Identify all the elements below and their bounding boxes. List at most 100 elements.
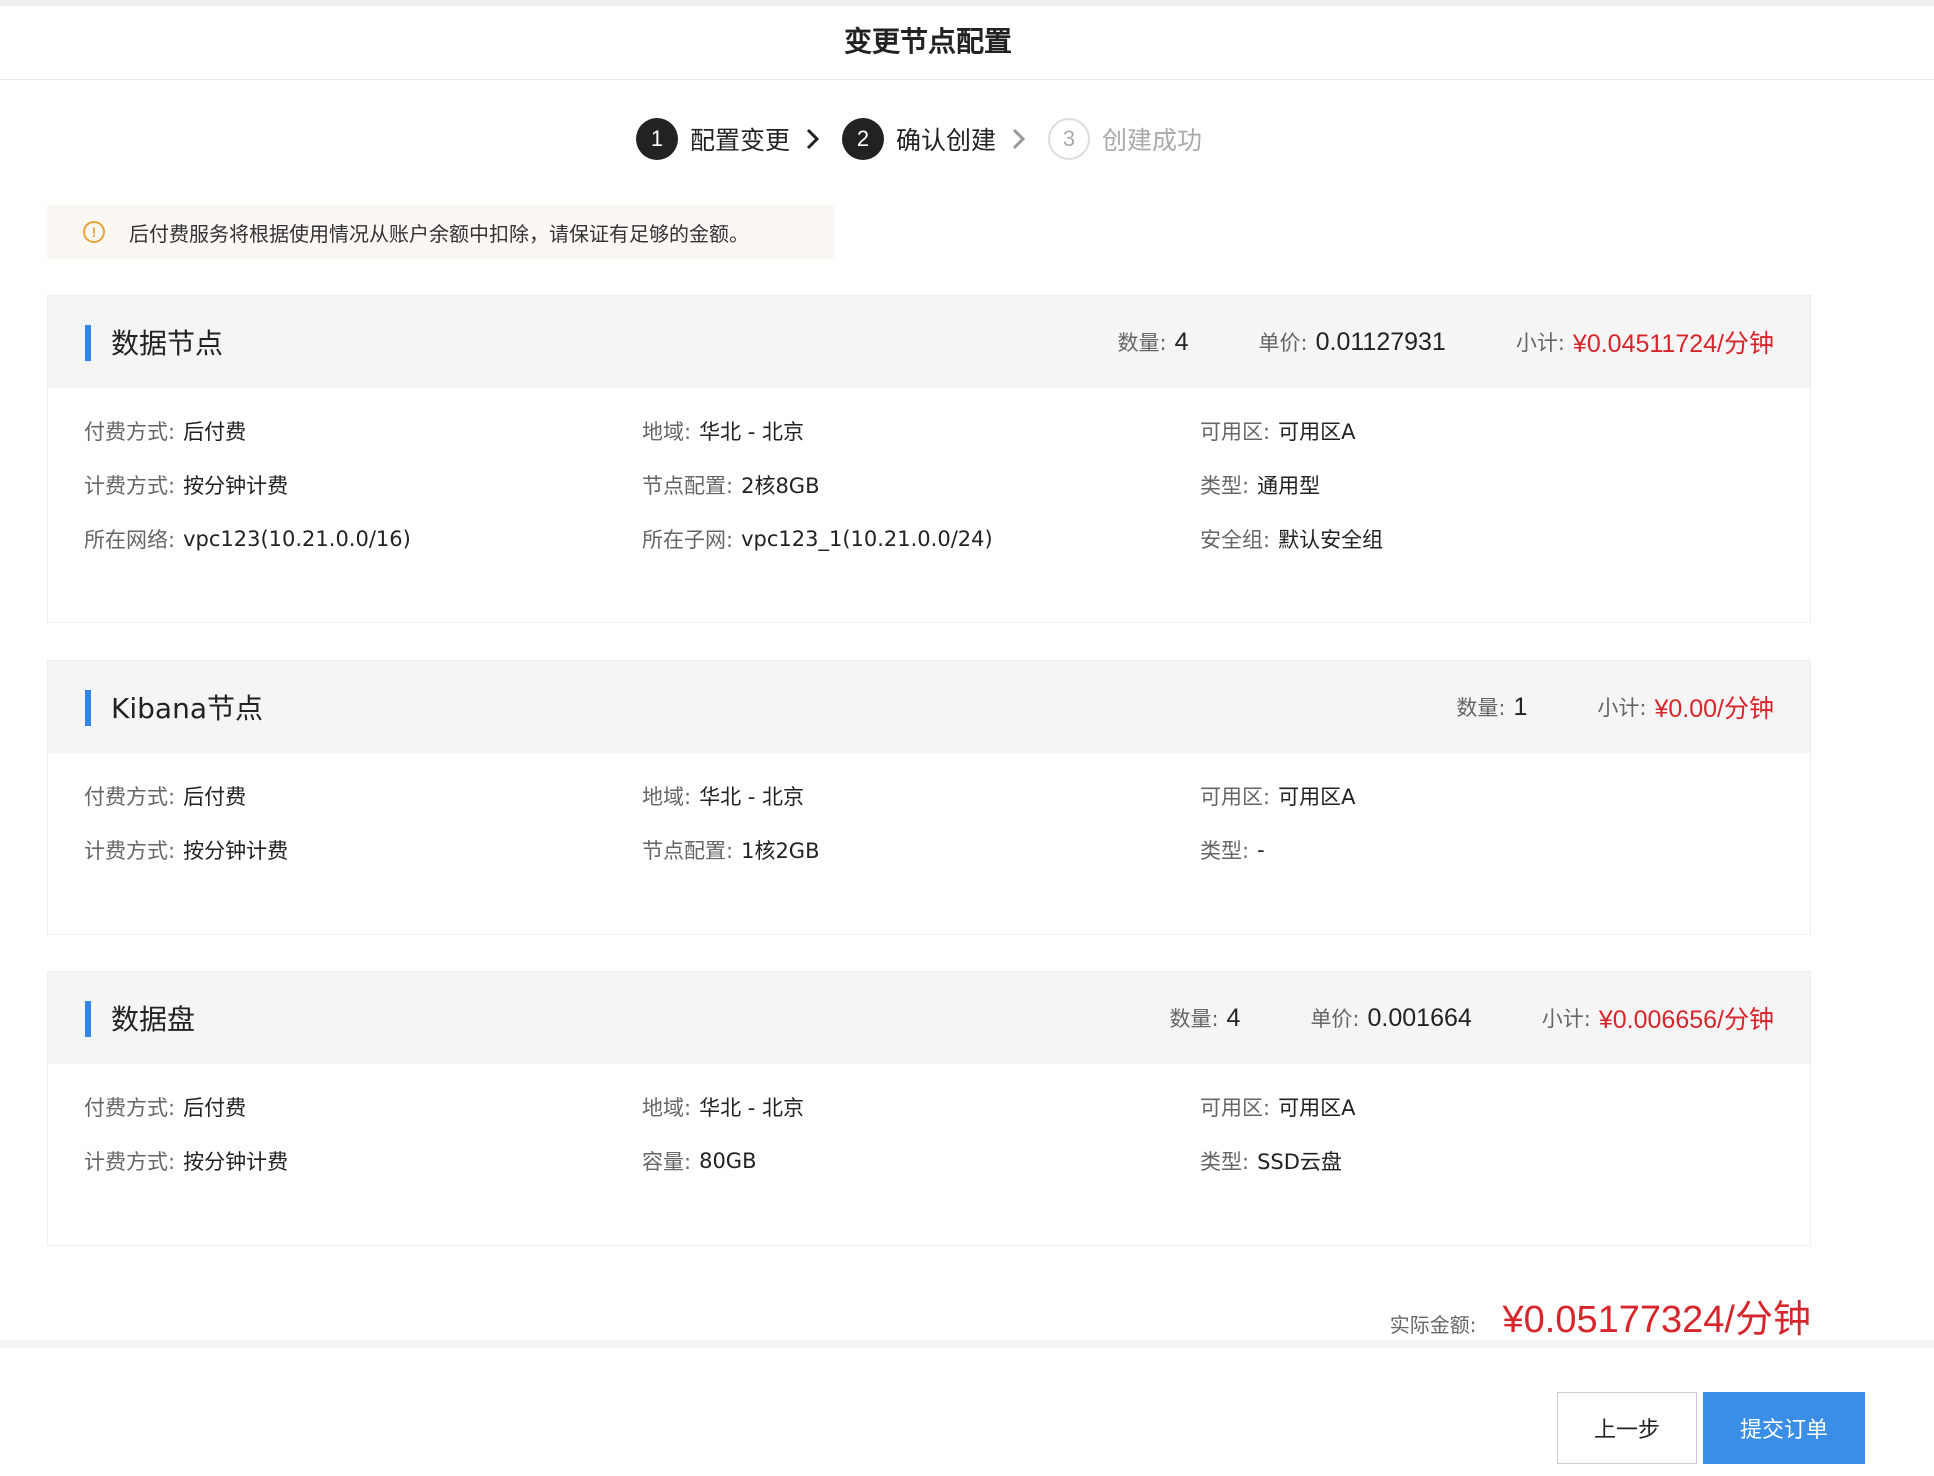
field-label: 安全组: xyxy=(1200,528,1271,552)
detail-field: 类型: - xyxy=(1200,835,1265,865)
detail-field: 类型: SSD云盘 xyxy=(1200,1146,1342,1176)
field-label: 计费方式: xyxy=(84,839,176,863)
step-2-label: 确认创建 xyxy=(896,126,997,155)
field-value: vpc123(10.21.0.0/16) xyxy=(183,527,411,551)
detail-field: 付费方式: 后付费 xyxy=(84,781,246,811)
footer-bar: 上一步 提交订单 xyxy=(0,1340,1934,1476)
field-label: 可用区: xyxy=(1200,785,1271,809)
total-value: ¥0.05177324/分钟 xyxy=(1502,1299,1811,1341)
field-value: 默认安全组 xyxy=(1278,528,1384,552)
section-header: 数据盘 数量: 4 单价: 0.001664 小计: ¥0.006656/分钟 xyxy=(48,972,1810,1064)
subtotal-label: 小计: xyxy=(1541,1007,1591,1031)
step-3: 3 创建成功 xyxy=(1048,118,1202,160)
subtotal-value: ¥0.00/分钟 xyxy=(1654,695,1774,723)
field-value: - xyxy=(1257,838,1265,862)
page-header: 变更节点配置 xyxy=(0,0,1934,80)
field-value: 后付费 xyxy=(183,1096,247,1120)
field-label: 计费方式: xyxy=(84,1150,176,1174)
section-title: 数据节点 xyxy=(111,327,224,360)
field-label: 地域: xyxy=(642,420,692,444)
unit-price-metric: 单价: 0.01127931 xyxy=(1259,327,1446,357)
unit-price-metric: 单价: 0.001664 xyxy=(1310,1003,1471,1033)
data-node-section: 数据节点 数量: 4 单价: 0.01127931 小计: ¥0.0451172… xyxy=(47,295,1811,623)
detail-field: 所在网络: vpc123(10.21.0.0/16) xyxy=(84,524,411,554)
section-metrics: 数量: 1 小计: ¥0.00/分钟 xyxy=(1386,661,1774,753)
step-1-number: 1 xyxy=(636,118,678,160)
field-value: 后付费 xyxy=(183,785,247,809)
unit-price-label: 单价: xyxy=(1258,331,1308,355)
section-header: Kibana节点 数量: 1 小计: ¥0.00/分钟 xyxy=(48,661,1810,753)
chevron-right-icon xyxy=(806,128,820,150)
field-value: 可用区A xyxy=(1278,420,1356,444)
step-1: 1 配置变更 xyxy=(636,118,790,160)
section-accent-bar xyxy=(85,325,91,361)
count-metric: 数量: 4 xyxy=(1118,327,1189,357)
field-label: 付费方式: xyxy=(84,420,176,444)
detail-field: 地域: 华北 - 北京 xyxy=(642,1092,804,1122)
subtotal-metric: 小计: ¥0.006656/分钟 xyxy=(1542,1000,1774,1036)
field-label: 类型: xyxy=(1200,839,1250,863)
field-value: 2核8GB xyxy=(741,474,820,498)
field-value: 按分钟计费 xyxy=(183,839,289,863)
field-label: 节点配置: xyxy=(642,474,734,498)
detail-field: 付费方式: 后付费 xyxy=(84,416,246,446)
detail-field: 类型: 通用型 xyxy=(1200,470,1320,500)
field-value: 后付费 xyxy=(183,420,247,444)
field-label: 容量: xyxy=(642,1150,692,1174)
detail-field: 付费方式: 后付费 xyxy=(84,1092,246,1122)
total-label: 实际金额: xyxy=(1389,1313,1477,1337)
count-value: 1 xyxy=(1513,692,1528,721)
section-title: Kibana节点 xyxy=(111,692,263,725)
field-label: 付费方式: xyxy=(84,785,176,809)
section-metrics: 数量: 4 单价: 0.001664 小计: ¥0.006656/分钟 xyxy=(1099,972,1774,1064)
field-value: 可用区A xyxy=(1278,1096,1356,1120)
field-label: 类型: xyxy=(1200,474,1250,498)
subtotal-value: ¥0.04511724/分钟 xyxy=(1572,330,1774,358)
total-amount: 实际金额: ¥0.05177324/分钟 xyxy=(1390,1288,1811,1343)
field-value: vpc123_1(10.21.0.0/24) xyxy=(741,527,993,551)
count-label: 数量: xyxy=(1456,696,1506,720)
detail-field: 安全组: 默认安全组 xyxy=(1200,524,1383,554)
unit-price-value: 0.001664 xyxy=(1367,1003,1472,1032)
step-indicator: 1 配置变更 2 确认创建 3 创建成功 xyxy=(636,116,1202,162)
field-value: 按分钟计费 xyxy=(183,1150,289,1174)
field-label: 计费方式: xyxy=(84,474,176,498)
field-label: 所在网络: xyxy=(84,528,176,552)
subtotal-label: 小计: xyxy=(1515,331,1565,355)
field-label: 地域: xyxy=(642,1096,692,1120)
field-label: 所在子网: xyxy=(642,528,734,552)
step-3-label: 创建成功 xyxy=(1102,126,1203,155)
detail-field: 可用区: 可用区A xyxy=(1200,781,1355,811)
step-1-label: 配置变更 xyxy=(690,126,791,155)
previous-step-button[interactable]: 上一步 xyxy=(1557,1392,1697,1464)
field-label: 可用区: xyxy=(1200,420,1271,444)
section-accent-bar xyxy=(85,690,91,726)
subtotal-label: 小计: xyxy=(1597,696,1647,720)
unit-price-label: 单价: xyxy=(1310,1007,1360,1031)
notice-text: 后付费服务将根据使用情况从账户余额中扣除，请保证有足够的金额。 xyxy=(129,221,749,246)
count-metric: 数量: 1 xyxy=(1456,692,1527,722)
data-disk-section: 数据盘 数量: 4 单价: 0.001664 小计: ¥0.006656/分钟 … xyxy=(47,971,1811,1246)
step-3-number: 3 xyxy=(1048,118,1091,160)
page-title: 变更节点配置 xyxy=(843,25,1012,58)
field-label: 节点配置: xyxy=(642,839,734,863)
chevron-right-icon xyxy=(1012,128,1026,150)
step-2-number: 2 xyxy=(842,118,885,160)
detail-field: 容量: 80GB xyxy=(642,1146,756,1176)
step-2: 2 确认创建 xyxy=(842,118,996,160)
field-value: 1核2GB xyxy=(741,839,820,863)
section-header: 数据节点 数量: 4 单价: 0.01127931 小计: ¥0.0451172… xyxy=(48,296,1810,388)
field-label: 地域: xyxy=(642,785,692,809)
subtotal-metric: 小计: ¥0.00/分钟 xyxy=(1597,689,1774,725)
submit-order-button[interactable]: 提交订单 xyxy=(1703,1392,1865,1464)
field-value: 80GB xyxy=(699,1149,757,1173)
count-value: 4 xyxy=(1226,1003,1241,1032)
detail-field: 所在子网: vpc123_1(10.21.0.0/24) xyxy=(642,524,993,554)
kibana-node-section: Kibana节点 数量: 1 小计: ¥0.00/分钟 付费方式: 后付费 地域:… xyxy=(47,660,1811,935)
count-label: 数量: xyxy=(1117,331,1167,355)
field-value: SSD云盘 xyxy=(1257,1150,1342,1174)
count-label: 数量: xyxy=(1169,1007,1219,1031)
detail-field: 可用区: 可用区A xyxy=(1200,1092,1355,1122)
field-label: 类型: xyxy=(1200,1150,1250,1174)
detail-field: 地域: 华北 - 北京 xyxy=(642,416,804,446)
